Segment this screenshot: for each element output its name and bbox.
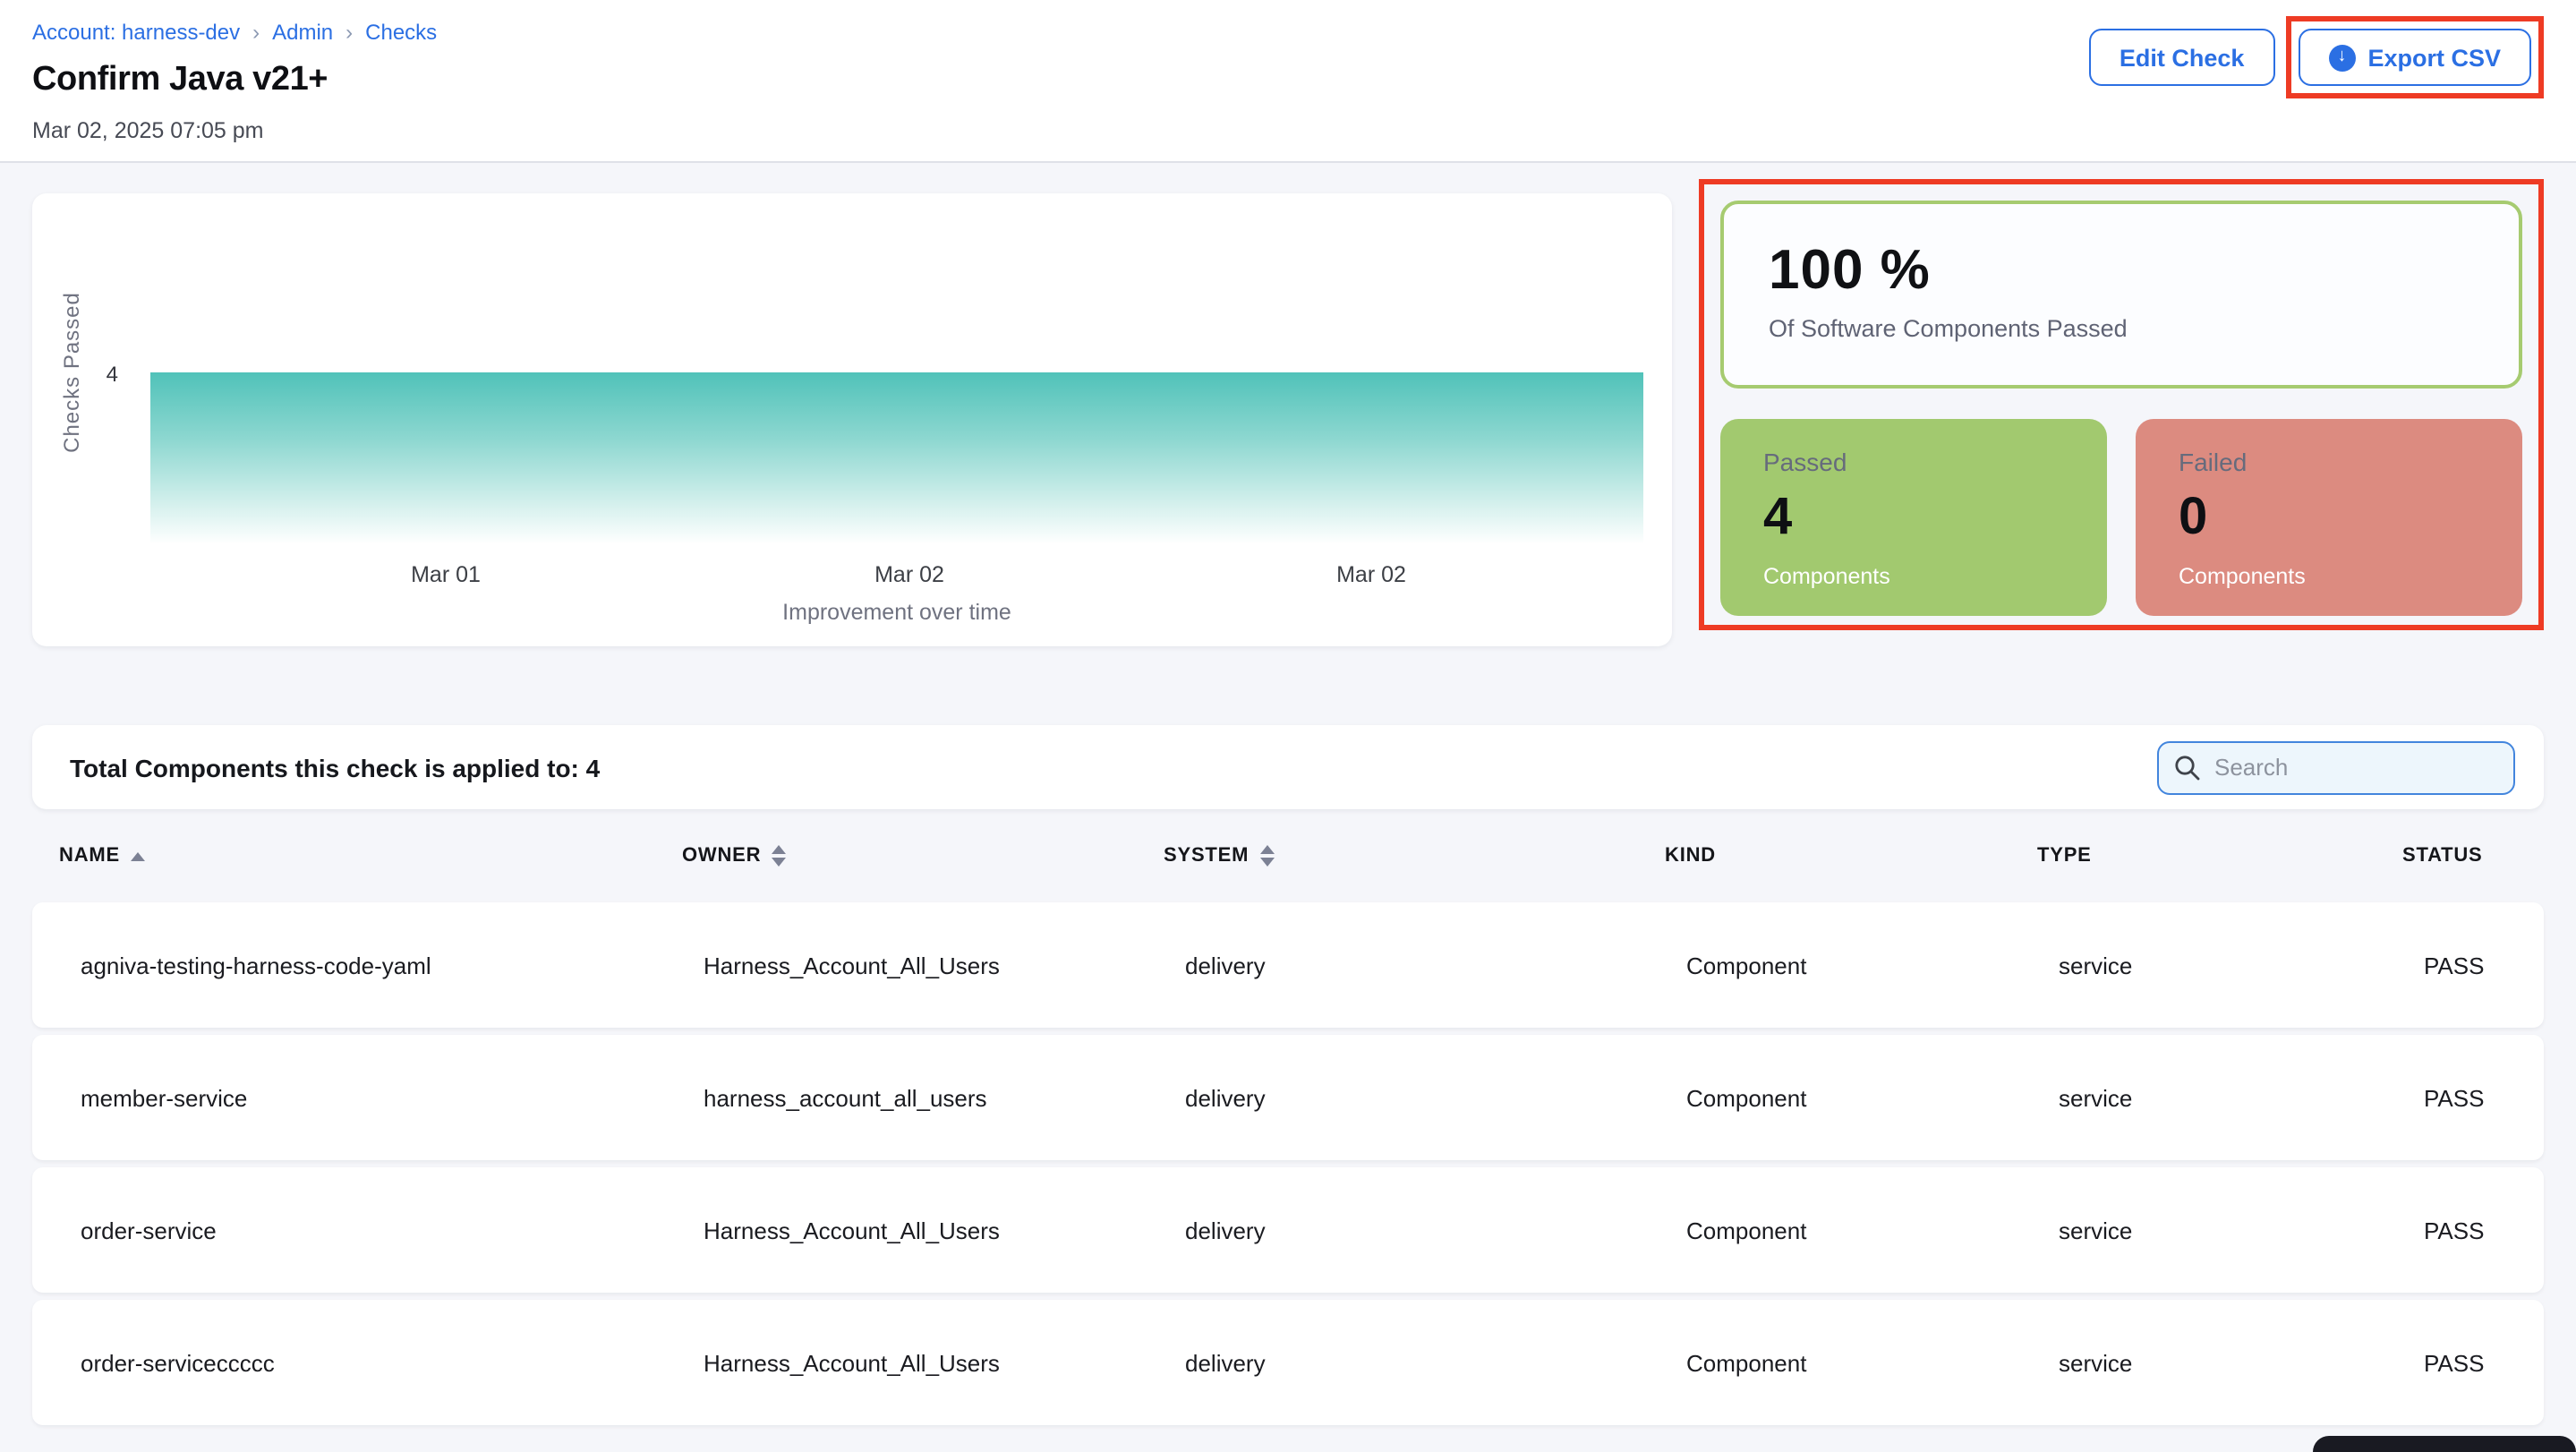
search-input[interactable]: [2157, 740, 2515, 794]
header-actions: Edit Check ↓ Export CSV: [2089, 29, 2544, 98]
breadcrumb-account-link[interactable]: Account: harness-dev: [32, 20, 240, 45]
cell-kind: Component: [1665, 1084, 2037, 1111]
column-header-status: STATUS: [2402, 845, 2517, 867]
main-content: Checks Passed 4 Mar 01 Mar 02 Mar 02 Imp…: [0, 163, 2576, 1425]
cell-status: PASS: [2402, 952, 2517, 978]
cell-owner: harness_account_all_users: [682, 1084, 1164, 1111]
chart-y-axis-label: Checks Passed: [59, 292, 84, 453]
breadcrumb-separator: ›: [345, 20, 353, 45]
cell-system: delivery: [1164, 1217, 1665, 1243]
breadcrumb-admin-link[interactable]: Admin: [272, 20, 333, 45]
cell-kind: Component: [1665, 1349, 2037, 1376]
cell-name: order-serviceccccc: [59, 1349, 682, 1376]
chart-caption: Improvement over time: [782, 600, 1011, 625]
failed-label: Failed: [2179, 448, 2522, 476]
cell-name: order-service: [59, 1217, 682, 1243]
column-header-name[interactable]: NAME: [59, 845, 682, 867]
passed-unit: Components: [1763, 564, 2107, 589]
failed-unit: Components: [2179, 564, 2522, 589]
download-icon: ↓: [2328, 44, 2355, 71]
percent-passed-card: 100 % Of Software Components Passed: [1720, 201, 2522, 389]
breadcrumb-checks-link[interactable]: Checks: [365, 20, 437, 45]
cell-type: service: [2037, 952, 2402, 978]
page: Account: harness-dev › Admin › Checks Co…: [0, 0, 2576, 1452]
sort-ascending-icon[interactable]: [131, 851, 145, 860]
column-label: NAME: [59, 845, 120, 867]
column-header-kind: KIND: [1665, 845, 2037, 867]
percent-passed-caption: Of Software Components Passed: [1769, 315, 2519, 342]
cell-status: PASS: [2402, 1217, 2517, 1243]
cell-system: delivery: [1164, 1349, 1665, 1376]
sort-icon[interactable]: [772, 845, 786, 867]
chart-x-tick: Mar 02: [1336, 562, 1406, 587]
page-title: Confirm Java v21+: [32, 61, 437, 100]
chart-area-series: [150, 372, 1643, 544]
sort-icon[interactable]: [1259, 845, 1274, 867]
table-header-row: NAME OWNER SYSTEM KIND TYPE: [32, 809, 2544, 902]
cell-name: agniva-testing-harness-code-yaml: [59, 952, 682, 978]
breadcrumb: Account: harness-dev › Admin › Checks: [32, 11, 437, 45]
cell-kind: Component: [1665, 1217, 2037, 1243]
percent-passed-value: 100 %: [1769, 238, 2519, 303]
components-table: NAME OWNER SYSTEM KIND TYPE: [32, 809, 2544, 1425]
table-row[interactable]: order-service Harness_Account_All_Users …: [32, 1167, 2544, 1293]
page-header: Account: harness-dev › Admin › Checks Co…: [0, 0, 2576, 163]
edit-check-button[interactable]: Edit Check: [2089, 29, 2275, 86]
cell-status: PASS: [2402, 1084, 2517, 1111]
passed-value: 4: [1763, 489, 2107, 548]
search-icon: [2173, 753, 2202, 782]
chart-x-tick: Mar 01: [411, 562, 481, 587]
column-label: TYPE: [2037, 845, 2092, 867]
cell-status: PASS: [2402, 1349, 2517, 1376]
failed-value: 0: [2179, 489, 2522, 548]
table-row[interactable]: member-service harness_account_all_users…: [32, 1035, 2544, 1160]
passed-label: Passed: [1763, 448, 2107, 476]
header-left: Account: harness-dev › Admin › Checks Co…: [32, 11, 437, 143]
breadcrumb-separator: ›: [252, 20, 260, 45]
bottom-right-widget[interactable]: [2313, 1436, 2576, 1452]
table-row[interactable]: order-serviceccccc Harness_Account_All_U…: [32, 1300, 2544, 1425]
cell-owner: Harness_Account_All_Users: [682, 1217, 1164, 1243]
column-header-system[interactable]: SYSTEM: [1164, 845, 1665, 867]
checks-passed-chart-card: Checks Passed 4 Mar 01 Mar 02 Mar 02 Imp…: [32, 193, 1672, 646]
column-label: SYSTEM: [1164, 845, 1249, 867]
column-header-owner[interactable]: OWNER: [682, 845, 1164, 867]
components-summary-bar: Total Components this check is applied t…: [32, 725, 2544, 809]
check-timestamp: Mar 02, 2025 07:05 pm: [32, 118, 437, 143]
export-csv-label: Export CSV: [2367, 44, 2501, 71]
passed-failed-row: Passed 4 Components Failed 0 Components: [1720, 419, 2522, 616]
column-header-type: TYPE: [2037, 845, 2402, 867]
top-section: Checks Passed 4 Mar 01 Mar 02 Mar 02 Imp…: [32, 193, 2544, 646]
column-label: OWNER: [682, 845, 761, 867]
stats-annotation-box: 100 % Of Software Components Passed Pass…: [1699, 179, 2544, 630]
table-row[interactable]: agniva-testing-harness-code-yaml Harness…: [32, 902, 2544, 1028]
chart-x-tick: Mar 02: [874, 562, 944, 587]
export-csv-annotation-box: ↓ Export CSV: [2285, 16, 2544, 98]
cell-system: delivery: [1164, 952, 1665, 978]
cell-type: service: [2037, 1349, 2402, 1376]
cell-name: member-service: [59, 1084, 682, 1111]
cell-owner: Harness_Account_All_Users: [682, 952, 1164, 978]
chart-y-tick: 4: [86, 362, 118, 387]
cell-kind: Component: [1665, 952, 2037, 978]
export-csv-button[interactable]: ↓ Export CSV: [2298, 29, 2531, 86]
failed-card: Failed 0 Components: [2136, 419, 2522, 616]
column-label: KIND: [1665, 845, 1716, 867]
cell-owner: Harness_Account_All_Users: [682, 1349, 1164, 1376]
total-components-text: Total Components this check is applied t…: [70, 753, 600, 782]
column-label: STATUS: [2402, 845, 2483, 867]
cell-type: service: [2037, 1217, 2402, 1243]
passed-card: Passed 4 Components: [1720, 419, 2107, 616]
cell-system: delivery: [1164, 1084, 1665, 1111]
search-box: [2157, 740, 2515, 794]
cell-type: service: [2037, 1084, 2402, 1111]
